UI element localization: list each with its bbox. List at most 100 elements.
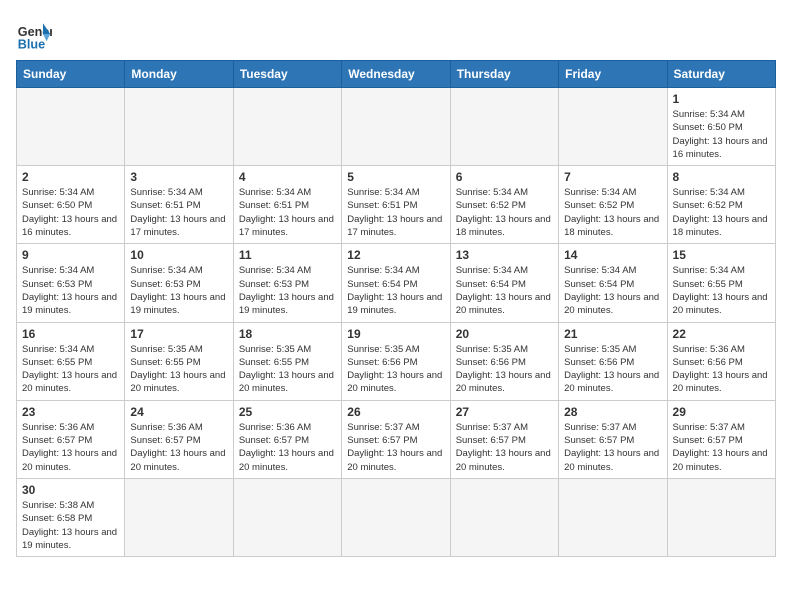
day-info: Sunrise: 5:36 AMSunset: 6:57 PMDaylight:… <box>239 421 336 474</box>
day-number: 27 <box>456 405 553 419</box>
calendar-cell <box>450 88 558 166</box>
calendar-cell <box>17 88 125 166</box>
calendar-cell <box>233 478 341 556</box>
day-number: 5 <box>347 170 444 184</box>
calendar-cell: 18 Sunrise: 5:35 AMSunset: 6:55 PMDayligh… <box>233 322 341 400</box>
calendar-week-1: 1Sunrise: 5:34 AMSunset: 6:50 PMDaylight… <box>17 88 776 166</box>
calendar-cell: 30Sunrise: 5:38 AMSunset: 6:58 PMDayligh… <box>17 478 125 556</box>
day-header-saturday: Saturday <box>667 61 775 88</box>
day-info: Sunrise: 5:36 AMSunset: 6:57 PMDaylight:… <box>130 421 227 474</box>
day-number: 10 <box>130 248 227 262</box>
day-info: Sunrise: 5:34 AMSunset: 6:52 PMDaylight:… <box>564 186 661 239</box>
day-info: Sunrise: 5:34 AMSunset: 6:51 PMDaylight:… <box>239 186 336 239</box>
calendar-cell: 22 Sunrise: 5:36 AMSunset: 6:56 PMDayligh… <box>667 322 775 400</box>
day-number: 8 <box>673 170 770 184</box>
day-header-wednesday: Wednesday <box>342 61 450 88</box>
day-info: Sunrise: 5:35 AMSunset: 6:55 PMDaylight:… <box>239 343 336 396</box>
calendar-cell <box>559 88 667 166</box>
calendar-week-5: 23 Sunrise: 5:36 AMSunset: 6:57 PMDayligh… <box>17 400 776 478</box>
calendar-cell: 16Sunrise: 5:34 AMSunset: 6:55 PMDayligh… <box>17 322 125 400</box>
day-info: Sunrise: 5:34 AMSunset: 6:50 PMDaylight:… <box>22 186 119 239</box>
day-info: Sunrise: 5:34 AMSunset: 6:52 PMDaylight:… <box>673 186 770 239</box>
calendar-cell: 25Sunrise: 5:36 AMSunset: 6:57 PMDayligh… <box>233 400 341 478</box>
page-header: General Blue <box>16 16 776 52</box>
calendar-cell: 28 Sunrise: 5:37 AMSunset: 6:57 PMDayligh… <box>559 400 667 478</box>
day-number: 4 <box>239 170 336 184</box>
day-number: 9 <box>22 248 119 262</box>
calendar-cell: 21 Sunrise: 5:35 AMSunset: 6:56 PMDayligh… <box>559 322 667 400</box>
day-number: 20 <box>456 327 553 341</box>
calendar-cell: 1Sunrise: 5:34 AMSunset: 6:50 PMDaylight… <box>667 88 775 166</box>
day-number: 26 <box>347 405 444 419</box>
calendar-cell <box>233 88 341 166</box>
day-number: 16 <box>22 327 119 341</box>
calendar-cell: 4 Sunrise: 5:34 AMSunset: 6:51 PMDaylight… <box>233 166 341 244</box>
calendar-cell <box>342 88 450 166</box>
calendar-cell: 5 Sunrise: 5:34 AMSunset: 6:51 PMDaylight… <box>342 166 450 244</box>
logo-icon: General Blue <box>16 16 52 52</box>
day-info: Sunrise: 5:35 AMSunset: 6:55 PMDaylight:… <box>130 343 227 396</box>
day-number: 28 <box>564 405 661 419</box>
day-number: 15 <box>673 248 770 262</box>
calendar-cell <box>125 88 233 166</box>
calendar-cell: 11 Sunrise: 5:34 AMSunset: 6:53 PMDayligh… <box>233 244 341 322</box>
day-info: Sunrise: 5:34 AMSunset: 6:53 PMDaylight:… <box>239 264 336 317</box>
day-info: Sunrise: 5:35 AMSunset: 6:56 PMDaylight:… <box>564 343 661 396</box>
day-number: 22 <box>673 327 770 341</box>
calendar-cell: 17 Sunrise: 5:35 AMSunset: 6:55 PMDayligh… <box>125 322 233 400</box>
calendar-cell: 10 Sunrise: 5:34 AMSunset: 6:53 PMDayligh… <box>125 244 233 322</box>
day-info: Sunrise: 5:37 AMSunset: 6:57 PMDaylight:… <box>456 421 553 474</box>
day-number: 14 <box>564 248 661 262</box>
day-number: 11 <box>239 248 336 262</box>
day-number: 18 <box>239 327 336 341</box>
calendar-cell <box>559 478 667 556</box>
day-info: Sunrise: 5:34 AMSunset: 6:51 PMDaylight:… <box>130 186 227 239</box>
calendar-cell: 20 Sunrise: 5:35 AMSunset: 6:56 PMDayligh… <box>450 322 558 400</box>
day-header-thursday: Thursday <box>450 61 558 88</box>
day-header-row: SundayMondayTuesdayWednesdayThursdayFrid… <box>17 61 776 88</box>
day-info: Sunrise: 5:37 AMSunset: 6:57 PMDaylight:… <box>673 421 770 474</box>
calendar-cell: 7 Sunrise: 5:34 AMSunset: 6:52 PMDaylight… <box>559 166 667 244</box>
day-info: Sunrise: 5:34 AMSunset: 6:53 PMDaylight:… <box>130 264 227 317</box>
day-number: 19 <box>347 327 444 341</box>
day-number: 7 <box>564 170 661 184</box>
calendar-cell: 12 Sunrise: 5:34 AMSunset: 6:54 PMDayligh… <box>342 244 450 322</box>
calendar-cell: 26 Sunrise: 5:37 AMSunset: 6:57 PMDayligh… <box>342 400 450 478</box>
calendar-cell: 9Sunrise: 5:34 AMSunset: 6:53 PMDaylight… <box>17 244 125 322</box>
day-number: 23 <box>22 405 119 419</box>
day-info: Sunrise: 5:34 AMSunset: 6:54 PMDaylight:… <box>564 264 661 317</box>
calendar-cell <box>125 478 233 556</box>
svg-text:Blue: Blue <box>18 37 45 51</box>
calendar-week-3: 9 Sunrise: 5:34 AMSunset: 6:53 PMDaylight… <box>17 244 776 322</box>
calendar-cell <box>450 478 558 556</box>
day-number: 17 <box>130 327 227 341</box>
calendar-cell: 3Sunrise: 5:34 AMSunset: 6:51 PMDaylight… <box>125 166 233 244</box>
day-header-monday: Monday <box>125 61 233 88</box>
day-number: 21 <box>564 327 661 341</box>
day-info: Sunrise: 5:35 AMSunset: 6:56 PMDaylight:… <box>347 343 444 396</box>
day-number: 24 <box>130 405 227 419</box>
calendar-cell: 13Sunrise: 5:34 AMSunset: 6:54 PMDayligh… <box>450 244 558 322</box>
day-info: Sunrise: 5:34 AMSunset: 6:55 PMDaylight:… <box>673 264 770 317</box>
calendar-cell: 14 Sunrise: 5:34 AMSunset: 6:54 PMDayligh… <box>559 244 667 322</box>
day-info: Sunrise: 5:37 AMSunset: 6:57 PMDaylight:… <box>564 421 661 474</box>
day-number: 2 <box>22 170 119 184</box>
calendar-cell: 27 Sunrise: 5:37 AMSunset: 6:57 PMDayligh… <box>450 400 558 478</box>
logo: General Blue <box>16 16 58 52</box>
day-info: Sunrise: 5:34 AMSunset: 6:52 PMDaylight:… <box>456 186 553 239</box>
calendar-cell: 19 Sunrise: 5:35 AMSunset: 6:56 PMDayligh… <box>342 322 450 400</box>
calendar-cell: 6Sunrise: 5:34 AMSunset: 6:52 PMDaylight… <box>450 166 558 244</box>
calendar-cell <box>667 478 775 556</box>
day-header-sunday: Sunday <box>17 61 125 88</box>
day-info: Sunrise: 5:36 AMSunset: 6:56 PMDaylight:… <box>673 343 770 396</box>
day-info: Sunrise: 5:34 AMSunset: 6:54 PMDaylight:… <box>347 264 444 317</box>
calendar-cell: 8 Sunrise: 5:34 AMSunset: 6:52 PMDaylight… <box>667 166 775 244</box>
day-number: 12 <box>347 248 444 262</box>
day-info: Sunrise: 5:38 AMSunset: 6:58 PMDaylight:… <box>22 499 119 552</box>
day-number: 13 <box>456 248 553 262</box>
calendar-cell: 23Sunrise: 5:36 AMSunset: 6:57 PMDayligh… <box>17 400 125 478</box>
day-info: Sunrise: 5:35 AMSunset: 6:56 PMDaylight:… <box>456 343 553 396</box>
day-info: Sunrise: 5:37 AMSunset: 6:57 PMDaylight:… <box>347 421 444 474</box>
day-info: Sunrise: 5:34 AMSunset: 6:51 PMDaylight:… <box>347 186 444 239</box>
calendar-week-6: 30Sunrise: 5:38 AMSunset: 6:58 PMDayligh… <box>17 478 776 556</box>
